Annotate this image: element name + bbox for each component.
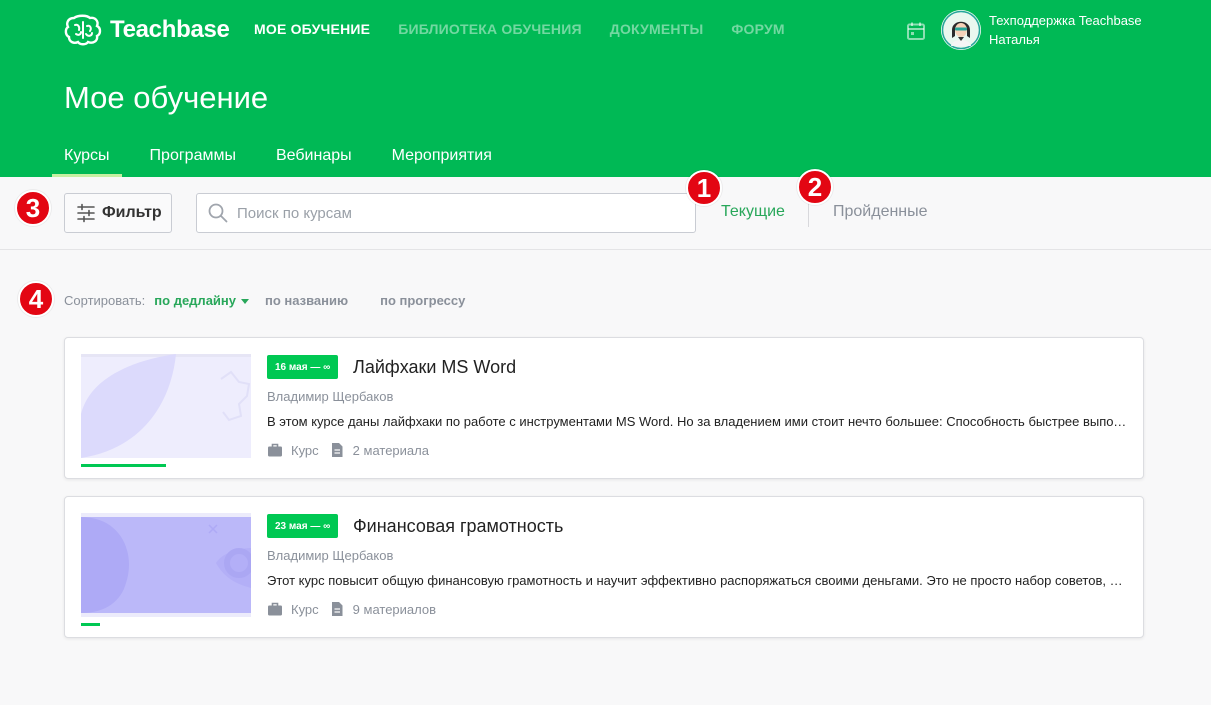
course-author: Владимир Щербаков (267, 548, 394, 563)
date-badge: 23 мая — ∞ (267, 514, 339, 538)
sort-bar: Сортировать: по дедлайну по названию по … (64, 293, 465, 308)
caret-down-icon (241, 298, 249, 304)
date-badge: 16 мая — ∞ (267, 355, 339, 379)
tab-courses[interactable]: Курсы (52, 144, 121, 177)
sort-by-name[interactable]: по названию (265, 293, 348, 308)
user-avatar-icon (941, 10, 981, 50)
course-meta: Курс 9 материалов (267, 601, 436, 617)
document-icon (331, 443, 343, 457)
sort-by-deadline[interactable]: по дедлайну (154, 293, 249, 308)
course-thumbnail (81, 513, 251, 617)
segment-current[interactable]: Текущие (721, 203, 785, 221)
search-box (196, 193, 696, 233)
segment-completed[interactable]: Пройденные (833, 203, 928, 221)
marker-4: 4 (18, 281, 54, 317)
briefcase-icon (268, 602, 282, 616)
toolbar: Фильтр Текущие Пройденные (0, 177, 1211, 250)
course-progress-bar (81, 623, 100, 626)
nav-library[interactable]: Библиотека обучения (398, 21, 582, 37)
nav-my-learning[interactable]: Мое обучение (254, 21, 370, 37)
course-type: Курс (291, 601, 319, 617)
marker-3: 3 (15, 190, 51, 226)
course-card[interactable]: 16 мая — ∞ Лайфхаки MS Word Владимир Щер… (64, 337, 1144, 479)
nav-documents[interactable]: Документы (610, 21, 704, 37)
course-meta: Курс 2 материала (267, 442, 429, 458)
sort-by-progress[interactable]: по прогрессу (380, 293, 465, 308)
user-name[interactable]: Техподдержка Teachbase (989, 13, 1149, 28)
tab-programs[interactable]: Программы (150, 144, 236, 177)
calendar-icon[interactable] (906, 21, 926, 41)
sort-by-deadline-label: по дедлайну (154, 293, 236, 308)
logo[interactable]: Teachbase (64, 14, 230, 46)
course-description: Этот курс повысит общую финансовую грамо… (267, 573, 1127, 588)
course-thumbnail (81, 354, 251, 458)
logo-text: Teachbase (110, 16, 230, 43)
course-author: Владимир Щербаков (267, 389, 394, 404)
sort-label: Сортировать: (64, 293, 146, 308)
filter-button[interactable]: Фильтр (64, 193, 172, 233)
course-cover-image (81, 513, 251, 617)
marker-2: 2 (797, 169, 833, 205)
nav-forum[interactable]: Форум (731, 21, 784, 37)
segment-divider (808, 203, 809, 227)
top-header: Teachbase Мое обучение Библиотека обучен… (0, 0, 1211, 177)
filter-label: Фильтр (102, 204, 162, 221)
user-subname: Наталья (989, 32, 1040, 47)
brain-logo-icon (64, 14, 102, 46)
marker-1: 1 (686, 170, 722, 206)
sliders-icon (77, 203, 95, 223)
course-description: В этом курсе даны лайфхаки по работе с и… (267, 414, 1127, 429)
course-card[interactable]: 23 мая — ∞ Финансовая грамотность Владим… (64, 496, 1144, 638)
course-cover-image (81, 354, 251, 458)
main-nav: Мое обучение Библиотека обучения Докумен… (254, 21, 785, 37)
avatar[interactable] (941, 10, 981, 50)
section-tabs: Курсы Программы Вебинары Мероприятия (52, 144, 492, 177)
briefcase-icon (268, 443, 282, 457)
course-type: Курс (291, 442, 319, 458)
course-materials: 9 материалов (352, 601, 437, 617)
course-materials: 2 материала (352, 442, 429, 458)
search-icon (208, 203, 228, 223)
document-icon (331, 602, 343, 616)
tab-webinars[interactable]: Вебинары (276, 144, 352, 177)
search-input[interactable] (237, 194, 687, 232)
course-title[interactable]: Лайфхаки MS Word (353, 357, 516, 378)
tab-events[interactable]: Мероприятия (392, 144, 492, 177)
page-title: Мое обучение (64, 80, 269, 115)
course-title[interactable]: Финансовая грамотность (353, 516, 563, 537)
course-progress-bar (81, 464, 166, 467)
